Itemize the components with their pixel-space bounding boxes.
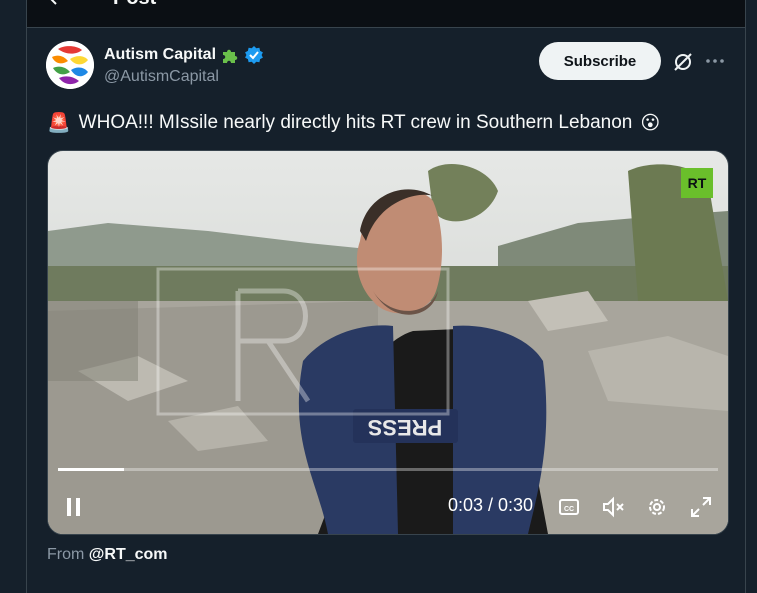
video-frame: PRESS [48, 151, 728, 534]
more-options-icon[interactable] [704, 50, 726, 72]
settings-gear-icon[interactable] [645, 495, 669, 519]
grok-icon[interactable] [672, 51, 694, 73]
source-account-link[interactable]: @RT_com [89, 546, 168, 563]
tweet-body: WHOA!!! MIssile nearly directly hits RT … [78, 112, 633, 133]
post-column: Post Autism Capital @AutismCapital Subsc… [26, 0, 746, 593]
rt-logo: RT [681, 168, 713, 198]
siren-emoji: 🚨 [47, 113, 71, 134]
svg-text:CC: CC [564, 506, 574, 513]
puzzle-piece-icon [223, 49, 238, 63]
source-attribution: From @RT_com [47, 546, 168, 564]
avatar[interactable] [46, 41, 94, 89]
video-player[interactable]: PRESS RT 0:03 / 0:30 CC [47, 150, 729, 535]
author-name-text[interactable]: Autism Capital [104, 46, 216, 64]
progress-bar[interactable] [58, 468, 718, 471]
verified-badge-icon[interactable] [244, 45, 264, 65]
author-handle[interactable]: @AutismCapital [104, 68, 219, 86]
astonished-emoji: 😮 [640, 112, 661, 134]
subscribe-button[interactable]: Subscribe [539, 42, 661, 80]
back-arrow-icon[interactable] [47, 0, 67, 8]
page-title: Post [113, 0, 156, 10]
tweet-text: 🚨 WHOA!!! MIssile nearly directly hits R… [47, 111, 660, 135]
progress-fill [58, 468, 124, 471]
vest-press-label: PRESS [368, 415, 443, 440]
pause-icon[interactable] [63, 496, 85, 518]
source-prefix: From [47, 546, 89, 563]
author-name[interactable]: Autism Capital [104, 45, 264, 65]
mute-icon[interactable] [601, 495, 625, 519]
captions-icon[interactable]: CC [558, 496, 580, 518]
fullscreen-icon[interactable] [689, 495, 713, 519]
time-display: 0:03 / 0:30 [448, 495, 534, 515]
top-bar: Post [27, 0, 745, 28]
